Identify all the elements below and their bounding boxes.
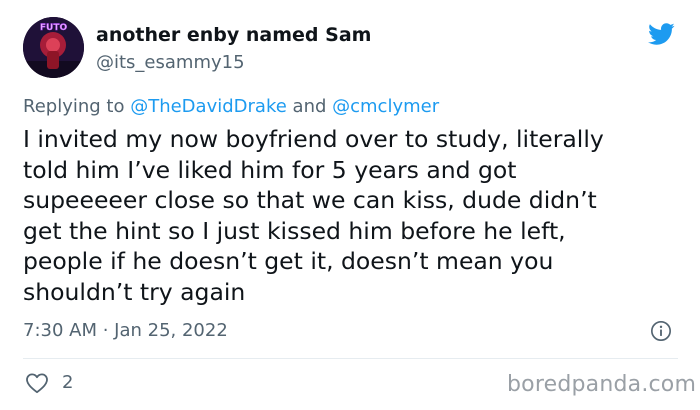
- tweet-card: FUTO another enby named Sam @its_esammy1…: [0, 0, 700, 410]
- reply-conjunction: and: [286, 96, 333, 117]
- tweet-timestamp[interactable]: 7:30 AM · Jan 25, 2022: [23, 320, 228, 341]
- avatar-image: FUTO: [23, 17, 84, 78]
- mention-link-2[interactable]: @cmclymer: [332, 96, 439, 117]
- watermark: boredpanda.com: [507, 372, 697, 397]
- twitter-bird-icon[interactable]: [645, 20, 677, 48]
- heart-icon[interactable]: [25, 372, 49, 394]
- tweet-text-line: people if he doesn’t get it, doesn’t mea…: [23, 247, 554, 275]
- tweet-text-line: supeeeeer close so that we can kiss, dud…: [23, 186, 597, 214]
- like-count: 2: [62, 372, 74, 393]
- reply-prefix: Replying to: [23, 96, 131, 117]
- reply-context: Replying to @TheDavidDrake and @cmclymer: [23, 96, 439, 117]
- mention-link-1[interactable]: @TheDavidDrake: [130, 96, 287, 117]
- avatar[interactable]: FUTO: [23, 17, 84, 78]
- display-name[interactable]: another enby named Sam: [96, 24, 371, 46]
- tweet-text: I invited my now boyfriend over to study…: [23, 124, 683, 307]
- user-handle[interactable]: @its_esammy15: [96, 52, 245, 73]
- avatar-logo-text: FUTO: [40, 23, 68, 33]
- tweet-text-line: I invited my now boyfriend over to study…: [23, 125, 604, 153]
- tweet-text-line: told him I’ve liked him for 5 years and …: [23, 155, 517, 184]
- tweet-text-line: get the hint so I just kissed him before…: [23, 216, 566, 245]
- divider: [23, 358, 678, 359]
- info-icon[interactable]: [650, 320, 672, 342]
- tweet-text-line: shouldn’t try again: [23, 277, 246, 306]
